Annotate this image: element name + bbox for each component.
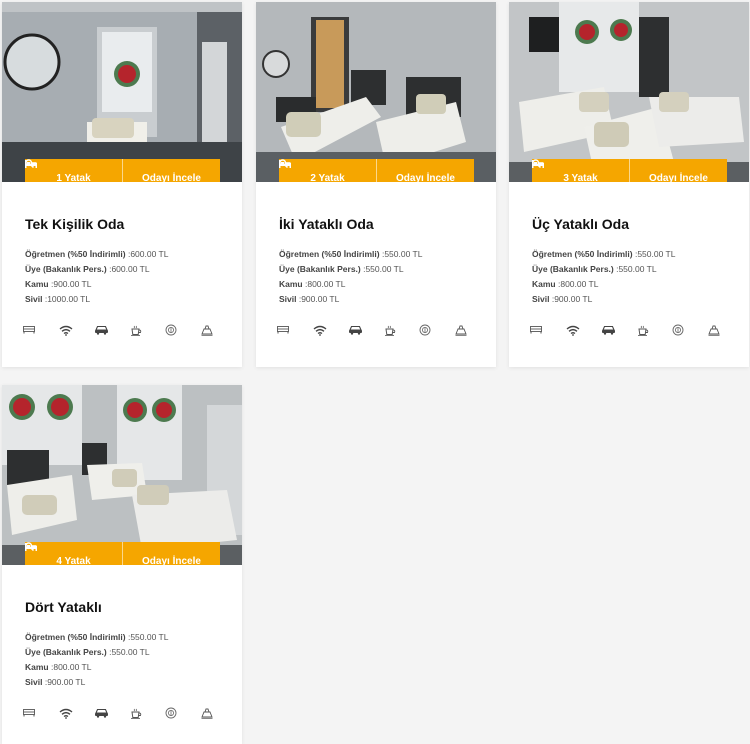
room-title: Üç Yataklı Oda [532,216,630,232]
bed-icon [530,326,542,334]
price-civil: Sivil :900.00 TL [25,677,86,687]
car-icon [349,325,362,335]
room-card-quad: 4 Yatak Odayı İncele Dört Yataklı Öğretm… [2,385,242,744]
amenity-list [23,705,242,721]
room-photo[interactable]: 3 Yatak Odayı İncele [509,2,749,182]
view-room-button[interactable]: Odayı İncele [532,159,727,182]
bed-count-button[interactable]: 1 Yatak [25,159,122,182]
iron-icon [200,708,213,719]
bed-icon [277,326,289,334]
bed-count-label: 2 Yatak [310,173,345,182]
price-civil: Sivil :1000.00 TL [25,294,91,304]
search-icon [532,159,541,168]
search-icon [279,159,288,168]
price-public: Kamu :800.00 TL [279,279,346,289]
coffee-icon [130,325,141,336]
bed-count-label: 3 Yatak [563,173,598,182]
room-card-double: 2 Yatak Odayı İncele İki Yataklı Oda Öğr… [256,2,496,367]
hairdryer-icon [165,707,177,719]
bed-count-label: 1 Yatak [56,173,91,182]
coffee-icon [384,325,395,336]
view-room-button[interactable]: Odayı İncele [25,542,220,565]
price-member: Üye (Bakanlık Pers.) :550.00 TL [279,264,404,274]
wifi-icon [566,325,579,336]
view-room-label: Odayı İncele [649,173,708,182]
room-photo[interactable]: 2 Yatak Odayı İncele [256,2,496,182]
bed-count-button[interactable]: 2 Yatak [279,159,376,182]
wifi-icon [59,708,72,719]
hairdryer-icon [419,324,431,336]
room-photo[interactable]: 4 Yatak Odayı İncele [2,385,242,565]
price-civil: Sivil :900.00 TL [279,294,340,304]
price-member: Üye (Bakanlık Pers.) :600.00 TL [25,264,150,274]
hairdryer-icon [165,324,177,336]
price-public: Kamu :800.00 TL [25,662,92,672]
room-photo[interactable]: 1 Yatak Odayı İncele [2,2,242,182]
room-title: İki Yataklı Oda [279,216,374,232]
price-list: Öğretmen (%50 İndirimli) :550.00 TL Üye … [25,630,242,690]
coffee-icon [637,325,648,336]
car-icon [95,325,108,335]
car-icon [95,708,108,718]
price-list: Öğretmen (%50 İndirimli) :600.00 TL Üye … [25,247,242,307]
hairdryer-icon [672,324,684,336]
iron-icon [707,325,720,336]
price-teacher: Öğretmen (%50 İndirimli) :550.00 TL [532,249,676,259]
bed-icon [23,709,35,717]
bed-count-button[interactable]: 4 Yatak [25,542,122,565]
bed-count-button[interactable]: 3 Yatak [532,159,629,182]
room-card-triple: 3 Yatak Odayı İncele Üç Yataklı Oda Öğre… [509,2,749,367]
view-room-label: Odayı İncele [142,173,201,182]
iron-icon [454,325,467,336]
amenity-list [530,322,749,338]
price-list: Öğretmen (%50 İndirimli) :550.00 TL Üye … [532,247,749,307]
price-teacher: Öğretmen (%50 İndirimli) :550.00 TL [279,249,423,259]
room-card-single: 1 Yatak Odayı İncele Tek Kişilik Oda Öğr… [2,2,242,367]
price-teacher: Öğretmen (%50 İndirimli) :550.00 TL [25,632,169,642]
wifi-icon [59,325,72,336]
price-list: Öğretmen (%50 İndirimli) :550.00 TL Üye … [279,247,496,307]
view-room-label: Odayı İncele [396,173,455,182]
view-room-button[interactable]: Odayı İncele [279,159,474,182]
price-civil: Sivil :900.00 TL [532,294,593,304]
room-title: Tek Kişilik Oda [25,216,125,232]
wifi-icon [313,325,326,336]
price-member: Üye (Bakanlık Pers.) :550.00 TL [532,264,657,274]
price-member: Üye (Bakanlık Pers.) :550.00 TL [25,647,150,657]
price-teacher: Öğretmen (%50 İndirimli) :600.00 TL [25,249,169,259]
price-public: Kamu :900.00 TL [25,279,92,289]
bed-icon [23,326,35,334]
coffee-icon [130,708,141,719]
price-public: Kamu :800.00 TL [532,279,599,289]
view-room-label: Odayı İncele [142,556,201,565]
car-icon [602,325,615,335]
amenity-list [23,322,242,338]
iron-icon [200,325,213,336]
view-room-button[interactable]: Odayı İncele [25,159,220,182]
search-icon [25,542,34,551]
bed-count-label: 4 Yatak [56,556,91,565]
room-title: Dört Yataklı [25,599,102,615]
amenity-list [277,322,496,338]
search-icon [25,159,34,168]
